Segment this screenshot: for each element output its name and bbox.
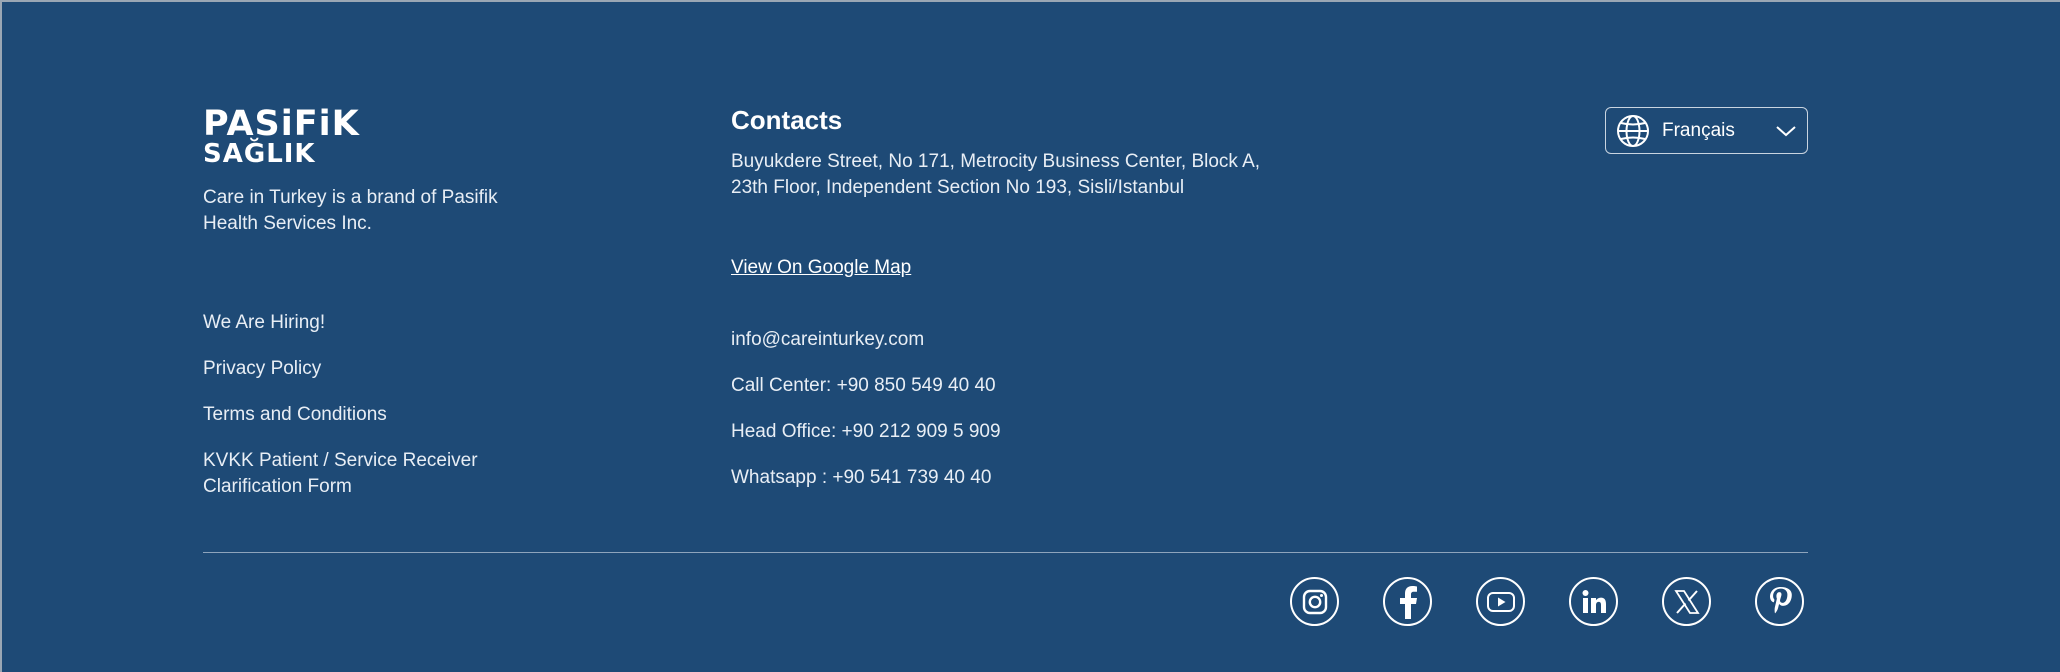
footer-links: We Are Hiring! Privacy Policy Terms and … (203, 310, 523, 520)
google-map-link[interactable]: View On Google Map (731, 255, 911, 281)
link-privacy-policy[interactable]: Privacy Policy (203, 356, 523, 382)
contacts-address: Buyukdere Street, No 171, Metrocity Busi… (731, 151, 1261, 198)
logo-line1: PASiFiK (203, 104, 360, 144)
brand-tagline: Care in Turkey is a brand of Pasifik Hea… (203, 187, 498, 234)
contacts-block: Contacts Buyukdere Street, No 171, Metro… (731, 103, 1351, 511)
language-selector[interactable]: Français (1605, 107, 1808, 154)
pinterest-icon[interactable] (1755, 577, 1804, 626)
youtube-icon[interactable] (1476, 577, 1525, 626)
facebook-icon[interactable] (1383, 577, 1432, 626)
brand-block: PASiFiK SAĞLIK Care in Turkey is a brand… (203, 107, 583, 237)
instagram-icon[interactable] (1290, 577, 1339, 626)
contact-call-center[interactable]: Call Center: +90 850 549 40 40 (731, 373, 1351, 399)
globe-icon (1616, 114, 1650, 148)
link-we-are-hiring[interactable]: We Are Hiring! (203, 310, 523, 336)
footer-divider (203, 552, 1808, 553)
contact-email[interactable]: info@careinturkey.com (731, 327, 1351, 353)
contact-head-office[interactable]: Head Office: +90 212 909 5 909 (731, 419, 1351, 445)
contacts-title: Contacts (731, 105, 843, 135)
language-selected: Français (1662, 119, 1735, 141)
logo-line2: SAĞLIK (203, 139, 316, 169)
social-links (1290, 577, 1804, 626)
contact-whatsapp[interactable]: Whatsapp : +90 541 739 40 40 (731, 465, 1351, 491)
link-terms-and-conditions[interactable]: Terms and Conditions (203, 402, 523, 428)
chevron-down-icon (1775, 124, 1797, 138)
contact-list: info@careinturkey.com Call Center: +90 8… (731, 327, 1351, 491)
x-icon[interactable] (1662, 577, 1711, 626)
brand-logo[interactable]: PASiFiK SAĞLIK (203, 104, 583, 169)
linkedin-icon[interactable] (1569, 577, 1618, 626)
link-kvkk-form[interactable]: KVKK Patient / Service Receiver Clarific… (203, 448, 523, 500)
